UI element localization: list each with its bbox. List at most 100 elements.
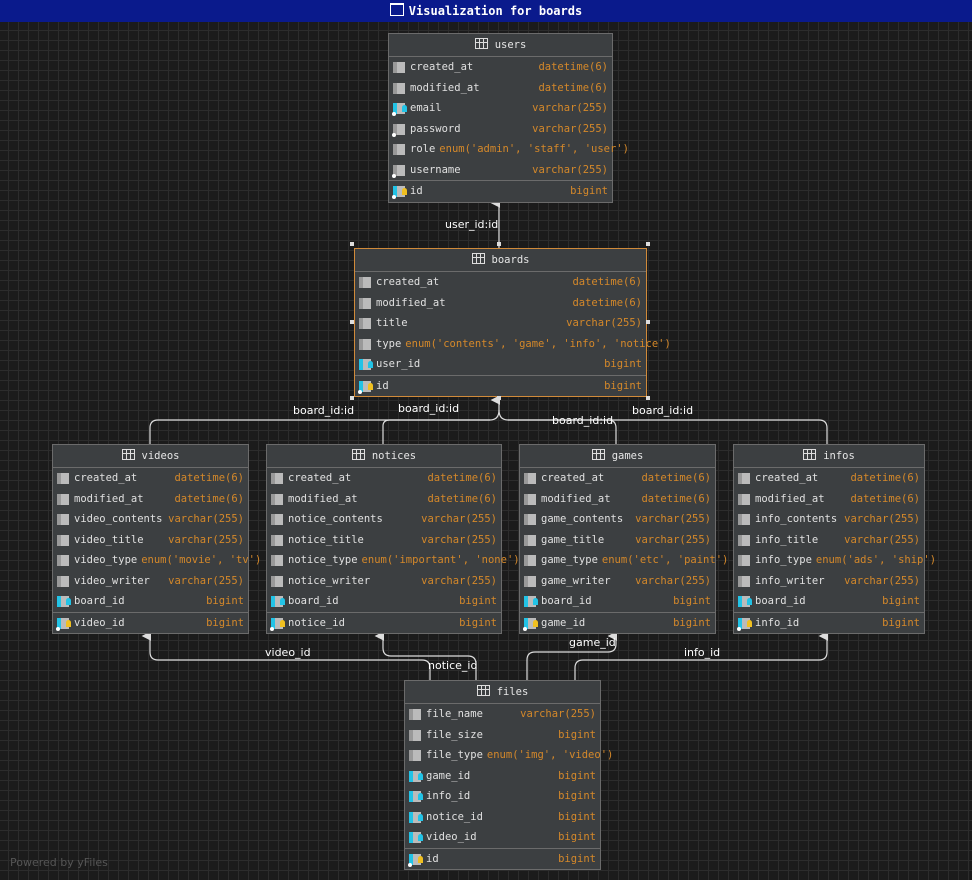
- field-row[interactable]: username varchar(255): [389, 160, 612, 181]
- field-row[interactable]: user_id bigint: [355, 354, 646, 375]
- column-icon: [738, 575, 750, 587]
- field-row[interactable]: game_id bigint: [520, 611, 715, 634]
- field-row[interactable]: modified_at datetime(6): [355, 293, 646, 314]
- table-name: videos: [141, 450, 180, 462]
- field-row[interactable]: notice_contents varchar(255): [267, 509, 501, 530]
- field-row[interactable]: video_type enum('movie', 'tv'): [53, 550, 261, 571]
- field-row[interactable]: id bigint: [355, 374, 646, 397]
- field-row[interactable]: notice_type enum('important', 'none'): [267, 550, 520, 571]
- selection-handle[interactable]: [497, 396, 501, 400]
- table-icon: [803, 449, 817, 460]
- field-row[interactable]: notice_id bigint: [267, 611, 501, 634]
- field-row[interactable]: modified_at datetime(6): [520, 489, 715, 510]
- field-row[interactable]: type enum('contents', 'game', 'info', 'no…: [355, 334, 671, 355]
- field-row[interactable]: email varchar(255): [389, 98, 612, 119]
- field-row[interactable]: created_at datetime(6): [53, 468, 248, 489]
- field-name: email: [410, 102, 442, 114]
- field-type: bigint: [604, 379, 642, 392]
- field-row[interactable]: game_title varchar(255): [520, 530, 715, 551]
- selection-handle[interactable]: [646, 396, 650, 400]
- field-type: varchar(255): [635, 533, 711, 546]
- field-type: bigint: [459, 616, 497, 629]
- field-row[interactable]: game_contents varchar(255): [520, 509, 715, 530]
- field-row[interactable]: id bigint: [389, 180, 612, 202]
- table-header: boards: [355, 249, 646, 272]
- field-type: bigint: [604, 358, 642, 370]
- column-icon: [738, 473, 750, 484]
- column-icon: [524, 473, 536, 484]
- field-name: created_at: [541, 472, 605, 484]
- field-row[interactable]: notice_writer varchar(255): [267, 571, 501, 592]
- field-row[interactable]: created_at datetime(6): [734, 468, 924, 489]
- primary-key-icon: [358, 380, 373, 394]
- field-row[interactable]: file_size bigint: [405, 725, 600, 746]
- foreign-key-icon: [359, 359, 373, 370]
- field-row[interactable]: video_title varchar(255): [53, 530, 248, 551]
- table-users[interactable]: users created_at datetime(6) modified_at dat…: [388, 33, 629, 203]
- field-row[interactable]: modified_at datetime(6): [734, 489, 924, 510]
- field-row[interactable]: info_id bigint: [734, 611, 924, 634]
- table-boards[interactable]: boards created_at datetime(6) modified_at da…: [354, 248, 671, 397]
- field-row[interactable]: created_at datetime(6): [520, 468, 715, 489]
- field-row[interactable]: file_name varchar(255): [405, 704, 600, 725]
- field-row[interactable]: password varchar(255): [389, 119, 612, 140]
- field-row[interactable]: title varchar(255): [355, 313, 646, 334]
- field-row[interactable]: board_id bigint: [734, 591, 924, 612]
- field-row[interactable]: board_id bigint: [267, 591, 501, 612]
- field-name: board_id: [74, 595, 125, 607]
- column-icon: [271, 555, 283, 566]
- field-name: board_id: [288, 595, 339, 607]
- field-row[interactable]: info_contents varchar(255): [734, 509, 924, 530]
- column-icon: [738, 534, 750, 546]
- field-row[interactable]: modified_at datetime(6): [389, 78, 612, 99]
- selection-handle[interactable]: [350, 320, 354, 324]
- field-row[interactable]: role enum('admin', 'staff', 'user'): [389, 139, 629, 160]
- table-videos[interactable]: videos created_at datetime(6) modified_at da…: [52, 444, 261, 634]
- field-type: datetime(6): [641, 472, 711, 484]
- field-row[interactable]: video_contents varchar(255): [53, 509, 248, 530]
- edge-label: game_id: [569, 636, 616, 649]
- selection-handle[interactable]: [350, 396, 354, 400]
- field-row[interactable]: file_type enum('img', 'video'): [405, 745, 613, 766]
- field-row[interactable]: created_at datetime(6): [389, 57, 612, 78]
- table-files[interactable]: files file_name varchar(255) file_size bigin…: [404, 680, 613, 870]
- field-row[interactable]: notice_id bigint: [405, 807, 600, 828]
- field-row[interactable]: info_type enum('ads', 'ship'): [734, 550, 936, 571]
- field-row[interactable]: info_writer varchar(255): [734, 571, 924, 592]
- field-row[interactable]: id bigint: [405, 847, 600, 870]
- field-row[interactable]: created_at datetime(6): [355, 272, 646, 293]
- field-row[interactable]: info_id bigint: [405, 786, 600, 807]
- selection-handle[interactable]: [497, 242, 501, 246]
- field-row[interactable]: created_at datetime(6): [267, 468, 501, 489]
- field-row[interactable]: modified_at datetime(6): [53, 489, 248, 510]
- table-games[interactable]: games created_at datetime(6) modified_at dat…: [519, 444, 728, 634]
- field-type: varchar(255): [421, 574, 497, 587]
- field-row[interactable]: game_type enum('etc', 'paint'): [520, 550, 728, 571]
- field-type: bigint: [558, 810, 596, 823]
- table-infos[interactable]: infos created_at datetime(6) modified_at dat…: [733, 444, 936, 634]
- field-row[interactable]: game_writer varchar(255): [520, 571, 715, 592]
- field-type: varchar(255): [566, 317, 642, 329]
- selection-handle[interactable]: [646, 320, 650, 324]
- column-icon: [359, 318, 371, 329]
- field-row[interactable]: board_id bigint: [53, 591, 248, 612]
- selection-handle[interactable]: [350, 242, 354, 246]
- field-name: game_id: [541, 616, 586, 629]
- column-icon: [392, 103, 407, 116]
- field-row[interactable]: game_id bigint: [405, 766, 600, 787]
- field-row[interactable]: notice_title varchar(255): [267, 530, 501, 551]
- field-row[interactable]: board_id bigint: [520, 591, 715, 612]
- field-type: varchar(255): [168, 533, 244, 546]
- field-name: video_type: [74, 554, 138, 566]
- field-row[interactable]: video_id bigint: [405, 827, 600, 848]
- selection-handle[interactable]: [646, 242, 650, 246]
- field-name: video_id: [426, 831, 477, 843]
- column-icon: [524, 534, 536, 546]
- field-row[interactable]: video_writer varchar(255): [53, 571, 248, 592]
- column-icon: [359, 277, 371, 288]
- field-type: datetime(6): [174, 492, 244, 505]
- field-row[interactable]: info_title varchar(255): [734, 530, 924, 551]
- table-notices[interactable]: notices created_at datetime(6) modified_at d…: [266, 444, 520, 634]
- field-row[interactable]: video_id bigint: [53, 611, 248, 634]
- field-row[interactable]: modified_at datetime(6): [267, 489, 501, 510]
